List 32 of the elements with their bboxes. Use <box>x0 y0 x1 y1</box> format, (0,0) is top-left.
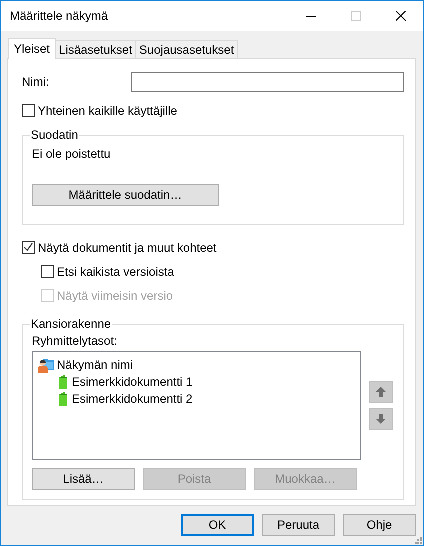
list-label: Ryhmittelytasot: <box>32 334 118 348</box>
checkbox-label: Näytä dokumentit ja muut kohteet <box>38 240 217 254</box>
tree-item[interactable]: Esimerkkidokumentti 1 <box>57 373 360 390</box>
checkbox[interactable] <box>41 265 54 278</box>
tab[interactable]: Yleiset <box>8 38 56 59</box>
button[interactable]: Peruuta <box>262 514 335 536</box>
checkbox-label: Näytä viimeisin versio <box>57 288 174 302</box>
filter-status: Ei ole poistettu <box>32 147 112 161</box>
checkbox[interactable] <box>22 241 35 254</box>
book-icon <box>57 374 69 390</box>
checkbox-label: Yhteinen kaikille käyttäjille <box>38 104 178 118</box>
folder-person-icon <box>38 356 54 372</box>
group-title: Suodatin <box>30 128 80 142</box>
tree-item[interactable]: Esimerkkidokumentti 2 <box>57 390 360 407</box>
tree-item[interactable]: Näkymän nimi <box>38 356 360 373</box>
down-arrow-icon <box>376 414 386 424</box>
field-label: Nimi: <box>22 75 50 89</box>
name-input-field[interactable] <box>131 72 404 92</box>
window-title: Määrittele näkymä <box>9 9 110 23</box>
button[interactable]: Ohje <box>343 514 416 536</box>
button[interactable]: Lisää… <box>32 468 135 490</box>
tab[interactable]: Suojausasetukset <box>135 40 238 58</box>
button[interactable]: OK <box>181 514 254 536</box>
checkbox[interactable] <box>22 104 35 117</box>
up-arrow-icon <box>376 387 386 397</box>
checkbox-label: Etsi kaikista versioista <box>57 264 174 278</box>
resize-grip-icon <box>415 537 422 544</box>
book-icon <box>57 390 69 406</box>
close-icon <box>396 11 406 21</box>
define-filter-button[interactable]: Määrittele suodatin… <box>32 184 219 206</box>
maximize-icon <box>350 11 360 21</box>
group-title: Kansiorakenne <box>30 317 112 331</box>
